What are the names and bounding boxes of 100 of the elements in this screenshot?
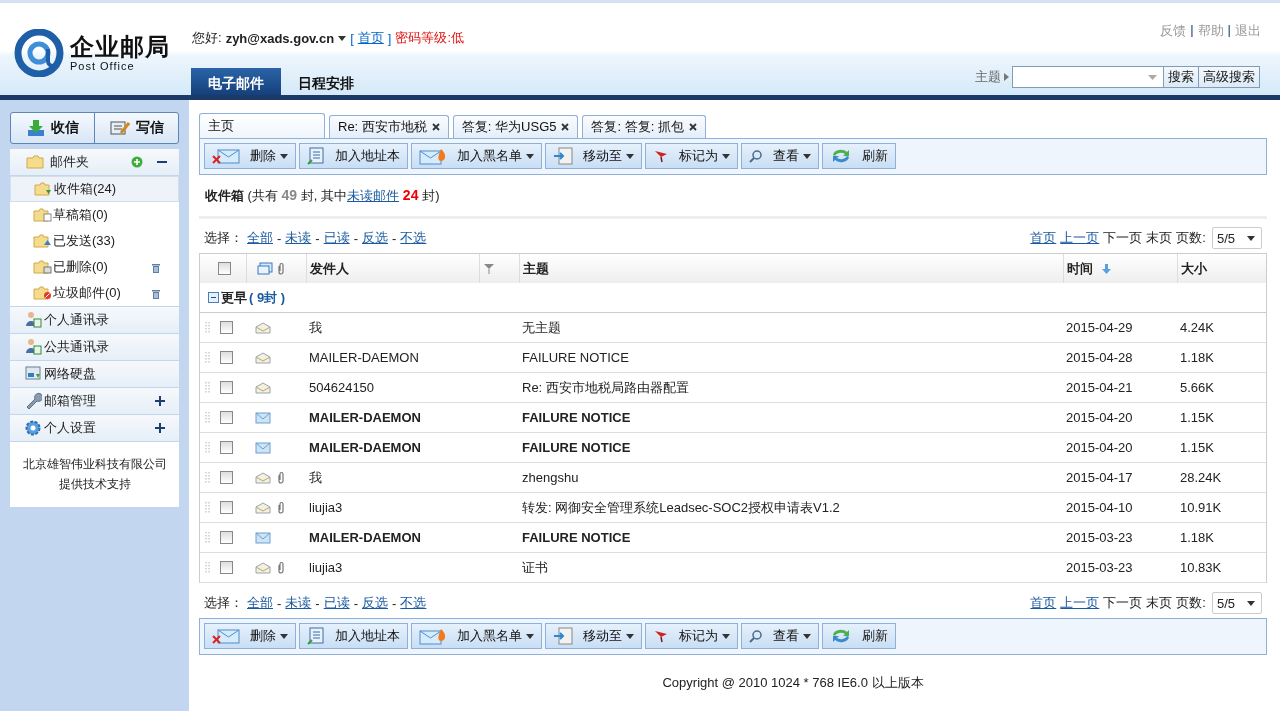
toolbar-button[interactable]: 标记为 (645, 623, 738, 649)
toolbar-button[interactable]: 查看 (741, 623, 819, 649)
drag-handle-icon[interactable] (205, 470, 210, 485)
drag-handle-icon[interactable] (205, 500, 210, 515)
drag-handle-icon[interactable] (205, 410, 210, 425)
receive-button[interactable]: 收信 (11, 113, 94, 143)
plus-icon[interactable] (155, 423, 165, 433)
separator: - (315, 230, 320, 246)
drag-handle-icon[interactable] (205, 530, 210, 545)
unread-link[interactable]: 未读邮件 (347, 187, 399, 205)
toolbar-button[interactable]: 删除 (204, 143, 296, 169)
table-cell-text: Re: 西安市地税局路由器配置 (521, 378, 690, 397)
toolbar-button[interactable]: 加入黑名单 (411, 143, 542, 169)
select-label: 选择： (204, 594, 243, 612)
checkbox[interactable] (220, 321, 233, 334)
page-select[interactable]: 5/5 (1211, 592, 1262, 614)
select-link[interactable]: 反选 (362, 229, 389, 247)
folder-item[interactable]: 已发送(33) (10, 228, 179, 254)
close-icon[interactable] (561, 123, 570, 131)
toolbar-button[interactable]: 加入地址本 (299, 143, 408, 169)
checkbox[interactable] (220, 471, 233, 484)
sidebar-item[interactable]: 个人设置 (10, 414, 179, 441)
sidebar-item[interactable]: 个人通讯录 (10, 306, 179, 333)
pager-link[interactable]: 首页 (1030, 229, 1057, 247)
checkbox[interactable] (220, 351, 233, 364)
folder-item[interactable]: 收件箱(24) (10, 176, 179, 202)
refresh-icon (830, 627, 852, 645)
checkbox[interactable] (220, 501, 233, 514)
drafts-folder-icon (33, 208, 52, 222)
plus-icon[interactable] (155, 396, 165, 406)
select-link[interactable]: 全部 (247, 594, 273, 612)
select-link[interactable]: 全部 (247, 229, 273, 247)
toolbar-button[interactable]: 删除 (204, 623, 296, 649)
table-cell-text: 1.18K (1179, 530, 1215, 545)
toolbar-button[interactable]: 查看 (741, 143, 819, 169)
page-select[interactable]: 5/5 (1211, 227, 1262, 249)
gear-icon (25, 419, 42, 437)
column-header[interactable]: 大小 (1181, 259, 1207, 278)
folder-item[interactable]: 垃圾邮件(0) (10, 280, 179, 306)
checkbox[interactable] (220, 441, 233, 454)
sidebar-item[interactable]: 邮箱管理 (10, 387, 179, 414)
sidebar-item[interactable]: 公共通讯录 (10, 333, 179, 360)
drag-handle-icon[interactable] (205, 560, 210, 575)
checkbox[interactable] (220, 561, 233, 574)
select-link[interactable]: 未读 (285, 229, 312, 247)
home-link[interactable]: 首页 (357, 29, 384, 47)
select-link[interactable]: 不选 (400, 594, 427, 612)
search-button[interactable]: 搜索 (1164, 66, 1199, 88)
folder-item[interactable]: 已删除(0) (10, 254, 179, 280)
sort-down-icon (1102, 263, 1111, 274)
caret-icon (722, 633, 730, 639)
select-link[interactable]: 已读 (323, 229, 350, 247)
trash-icon[interactable] (151, 261, 161, 273)
tab[interactable]: 主页 (199, 113, 325, 138)
select-link[interactable]: 反选 (362, 594, 389, 612)
compose-button[interactable]: 写信 (94, 113, 178, 143)
toolbar-button[interactable]: 加入地址本 (299, 623, 408, 649)
sidebar-item[interactable]: 网络硬盘 (10, 360, 179, 387)
close-icon[interactable] (688, 123, 697, 131)
folder-item[interactable]: 草稿箱(0) (10, 202, 179, 228)
trash-icon[interactable] (151, 287, 161, 299)
user-menu-caret-icon[interactable] (338, 35, 347, 41)
toolbar-button[interactable]: 加入黑名单 (411, 623, 542, 649)
select-link[interactable]: 未读 (285, 594, 312, 612)
tab[interactable]: 答复: 答复: 抓包 (582, 115, 706, 138)
close-icon[interactable] (431, 123, 440, 131)
drag-handle-icon[interactable] (205, 320, 210, 335)
tab[interactable]: Re: 西安市地税 (329, 115, 449, 138)
add-icon[interactable] (131, 156, 143, 168)
drag-handle-icon[interactable] (205, 380, 210, 395)
pager-link[interactable]: 上一页 (1060, 594, 1100, 612)
checkbox[interactable] (218, 262, 231, 275)
user-email[interactable]: zyh@xads.gov.cn (225, 30, 335, 46)
checkbox[interactable] (220, 381, 233, 394)
checkbox[interactable] (220, 531, 233, 544)
nav-tab[interactable]: 日程安排 (281, 68, 371, 95)
toolbar-button[interactable]: 刷新 (822, 143, 896, 169)
select-link[interactable]: 不选 (400, 229, 427, 247)
address-list-icon (307, 147, 325, 165)
column-header[interactable]: 发件人 (310, 259, 349, 278)
bracket: ] (387, 30, 392, 46)
drag-handle-icon[interactable] (205, 440, 210, 455)
checkbox[interactable] (220, 411, 233, 424)
column-header[interactable]: 主题 (523, 259, 549, 278)
column-header[interactable]: 时间 (1067, 259, 1093, 278)
select-link[interactable]: 已读 (323, 594, 350, 612)
search-field[interactable] (1012, 66, 1164, 88)
pager-link[interactable]: 首页 (1030, 594, 1057, 612)
toolbar-button[interactable]: 刷新 (822, 623, 896, 649)
table-cell-text: MAILER-DAEMON (308, 530, 422, 545)
nav-tab[interactable]: 电子邮件 (191, 68, 281, 95)
drag-handle-icon[interactable] (205, 350, 210, 365)
search-button[interactable]: 高级搜索 (1199, 66, 1260, 88)
page-label: 页数: (1176, 594, 1206, 612)
toolbar-button[interactable]: 移动至 (545, 623, 642, 649)
toolbar-button[interactable]: 移动至 (545, 143, 642, 169)
collapse-icon[interactable] (208, 292, 219, 303)
toolbar-button[interactable]: 标记为 (645, 143, 738, 169)
pager-link[interactable]: 上一页 (1060, 229, 1100, 247)
tab[interactable]: 答复: 华为USG5 (452, 115, 579, 138)
